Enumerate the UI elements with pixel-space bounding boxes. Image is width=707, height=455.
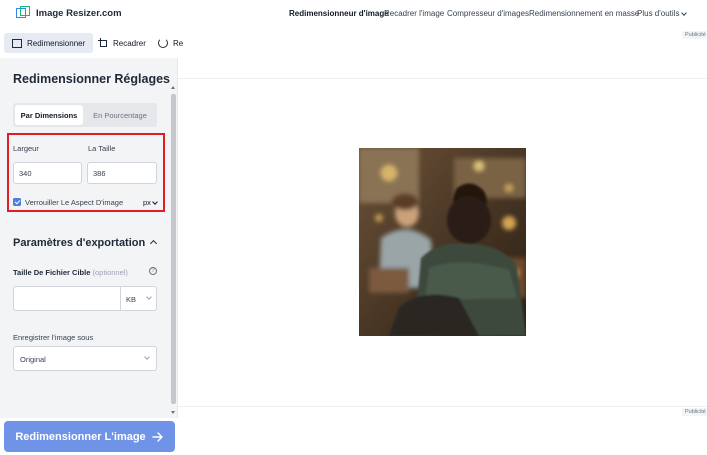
- optional-label: (optionnel): [92, 268, 128, 277]
- target-file-size-label: Taille De Fichier Cible (optionnel): [13, 268, 128, 277]
- ad-label-top: Publicité: [682, 31, 707, 39]
- target-file-size-field: KB: [13, 286, 157, 311]
- tab-crop[interactable]: Recadrer: [90, 33, 154, 53]
- ad-divider-top: [178, 78, 707, 79]
- unit-select-value: px: [143, 198, 151, 207]
- chevron-down-icon: [152, 198, 158, 205]
- scroll-down-icon[interactable]: [171, 411, 175, 414]
- tab-resize[interactable]: Redimensionner: [4, 33, 94, 53]
- top-navigation: Image Resizer.com Redimensionneur d'imag…: [0, 0, 707, 30]
- divider: [120, 287, 121, 310]
- ad-label-bottom: Publicité: [682, 408, 707, 416]
- rotate-icon: [158, 38, 168, 48]
- ad-divider-bottom: [178, 406, 707, 407]
- chevron-down-icon: [681, 9, 688, 16]
- scroll-thumb[interactable]: [171, 94, 176, 404]
- unit-select[interactable]: px: [143, 198, 158, 207]
- settings-title: Redimensionner Réglages: [13, 72, 170, 86]
- chevron-down-icon: [144, 354, 150, 360]
- resize-image-button[interactable]: Redimensionner L'image: [4, 421, 175, 452]
- target-file-size-text: Taille De Fichier Cible: [13, 268, 91, 277]
- save-as-select[interactable]: Original: [13, 346, 157, 371]
- export-settings-title: Paramètres d'exportation: [13, 237, 146, 249]
- width-input[interactable]: 340: [13, 162, 82, 184]
- tab-rotate-label: Re: [173, 38, 184, 48]
- resize-image-button-label: Redimensionner L'image: [15, 430, 146, 443]
- image-preview[interactable]: [359, 148, 526, 336]
- chevron-down-icon: [146, 294, 152, 300]
- logo[interactable]: Image Resizer.com: [16, 6, 122, 20]
- help-icon[interactable]: ?: [149, 267, 157, 275]
- nav-bulk-resize[interactable]: Redimensionnement en masse: [529, 9, 639, 18]
- arrow-right-icon: [151, 431, 163, 442]
- file-size-unit-select[interactable]: KB: [126, 295, 136, 304]
- tab-rotate[interactable]: Re: [150, 33, 183, 53]
- nav-crop-image[interactable]: Recadrer l'image: [384, 9, 444, 18]
- save-as-value: Original: [20, 355, 46, 364]
- image-preview-graphic: [359, 148, 526, 336]
- logo-icon: [16, 6, 30, 20]
- width-label: Largeur: [13, 144, 39, 153]
- nav-image-resizer[interactable]: Redimensionneur d'image: [289, 9, 389, 18]
- mode-by-percentage[interactable]: En Pourcentage: [85, 105, 155, 125]
- lock-aspect-label: Verrouiller Le Aspect D'image: [25, 198, 124, 207]
- save-as-label: Enregistrer l'image sous: [13, 333, 94, 342]
- height-input[interactable]: 386: [87, 162, 157, 184]
- nav-image-compressor[interactable]: Compresseur d'images: [447, 9, 529, 18]
- scroll-up-icon[interactable]: [171, 86, 175, 89]
- mode-by-dimensions[interactable]: Par Dimensions: [15, 105, 83, 125]
- resize-mode-toggle: Par Dimensions En Pourcentage: [13, 103, 157, 127]
- height-label: La Taille: [88, 144, 116, 153]
- panel-scrollbar[interactable]: [170, 84, 177, 416]
- nav-more-tools-label: Plus d'outils: [637, 9, 680, 18]
- tab-resize-label: Redimensionner: [27, 38, 86, 48]
- nav-more-tools[interactable]: Plus d'outils: [637, 9, 688, 18]
- tab-crop-label: Recadrer: [113, 38, 146, 48]
- resize-icon: [12, 38, 22, 48]
- crop-icon: [98, 38, 108, 48]
- logo-text: Image Resizer.com: [36, 7, 122, 19]
- tool-tabs: Redimensionner Recadrer Re: [0, 30, 183, 58]
- lock-aspect-checkbox[interactable]: [13, 198, 21, 206]
